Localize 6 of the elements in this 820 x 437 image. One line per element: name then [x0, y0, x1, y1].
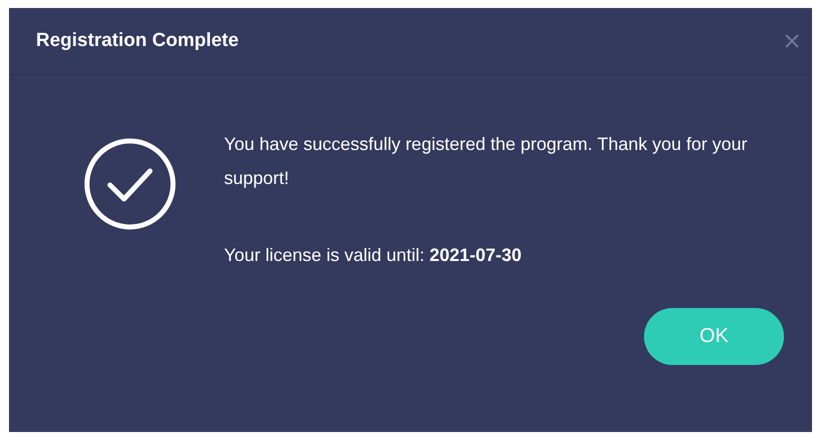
checkmark-circle-icon	[83, 137, 177, 231]
close-icon[interactable]	[784, 33, 800, 49]
dialog-title: Registration Complete	[36, 30, 239, 52]
success-message: You have successfully registered the program. Thank you for your support!	[224, 133, 748, 190]
ok-button[interactable]: OK	[644, 308, 784, 365]
license-validity-text: Your license is valid until: 2021-07-30	[224, 245, 523, 266]
